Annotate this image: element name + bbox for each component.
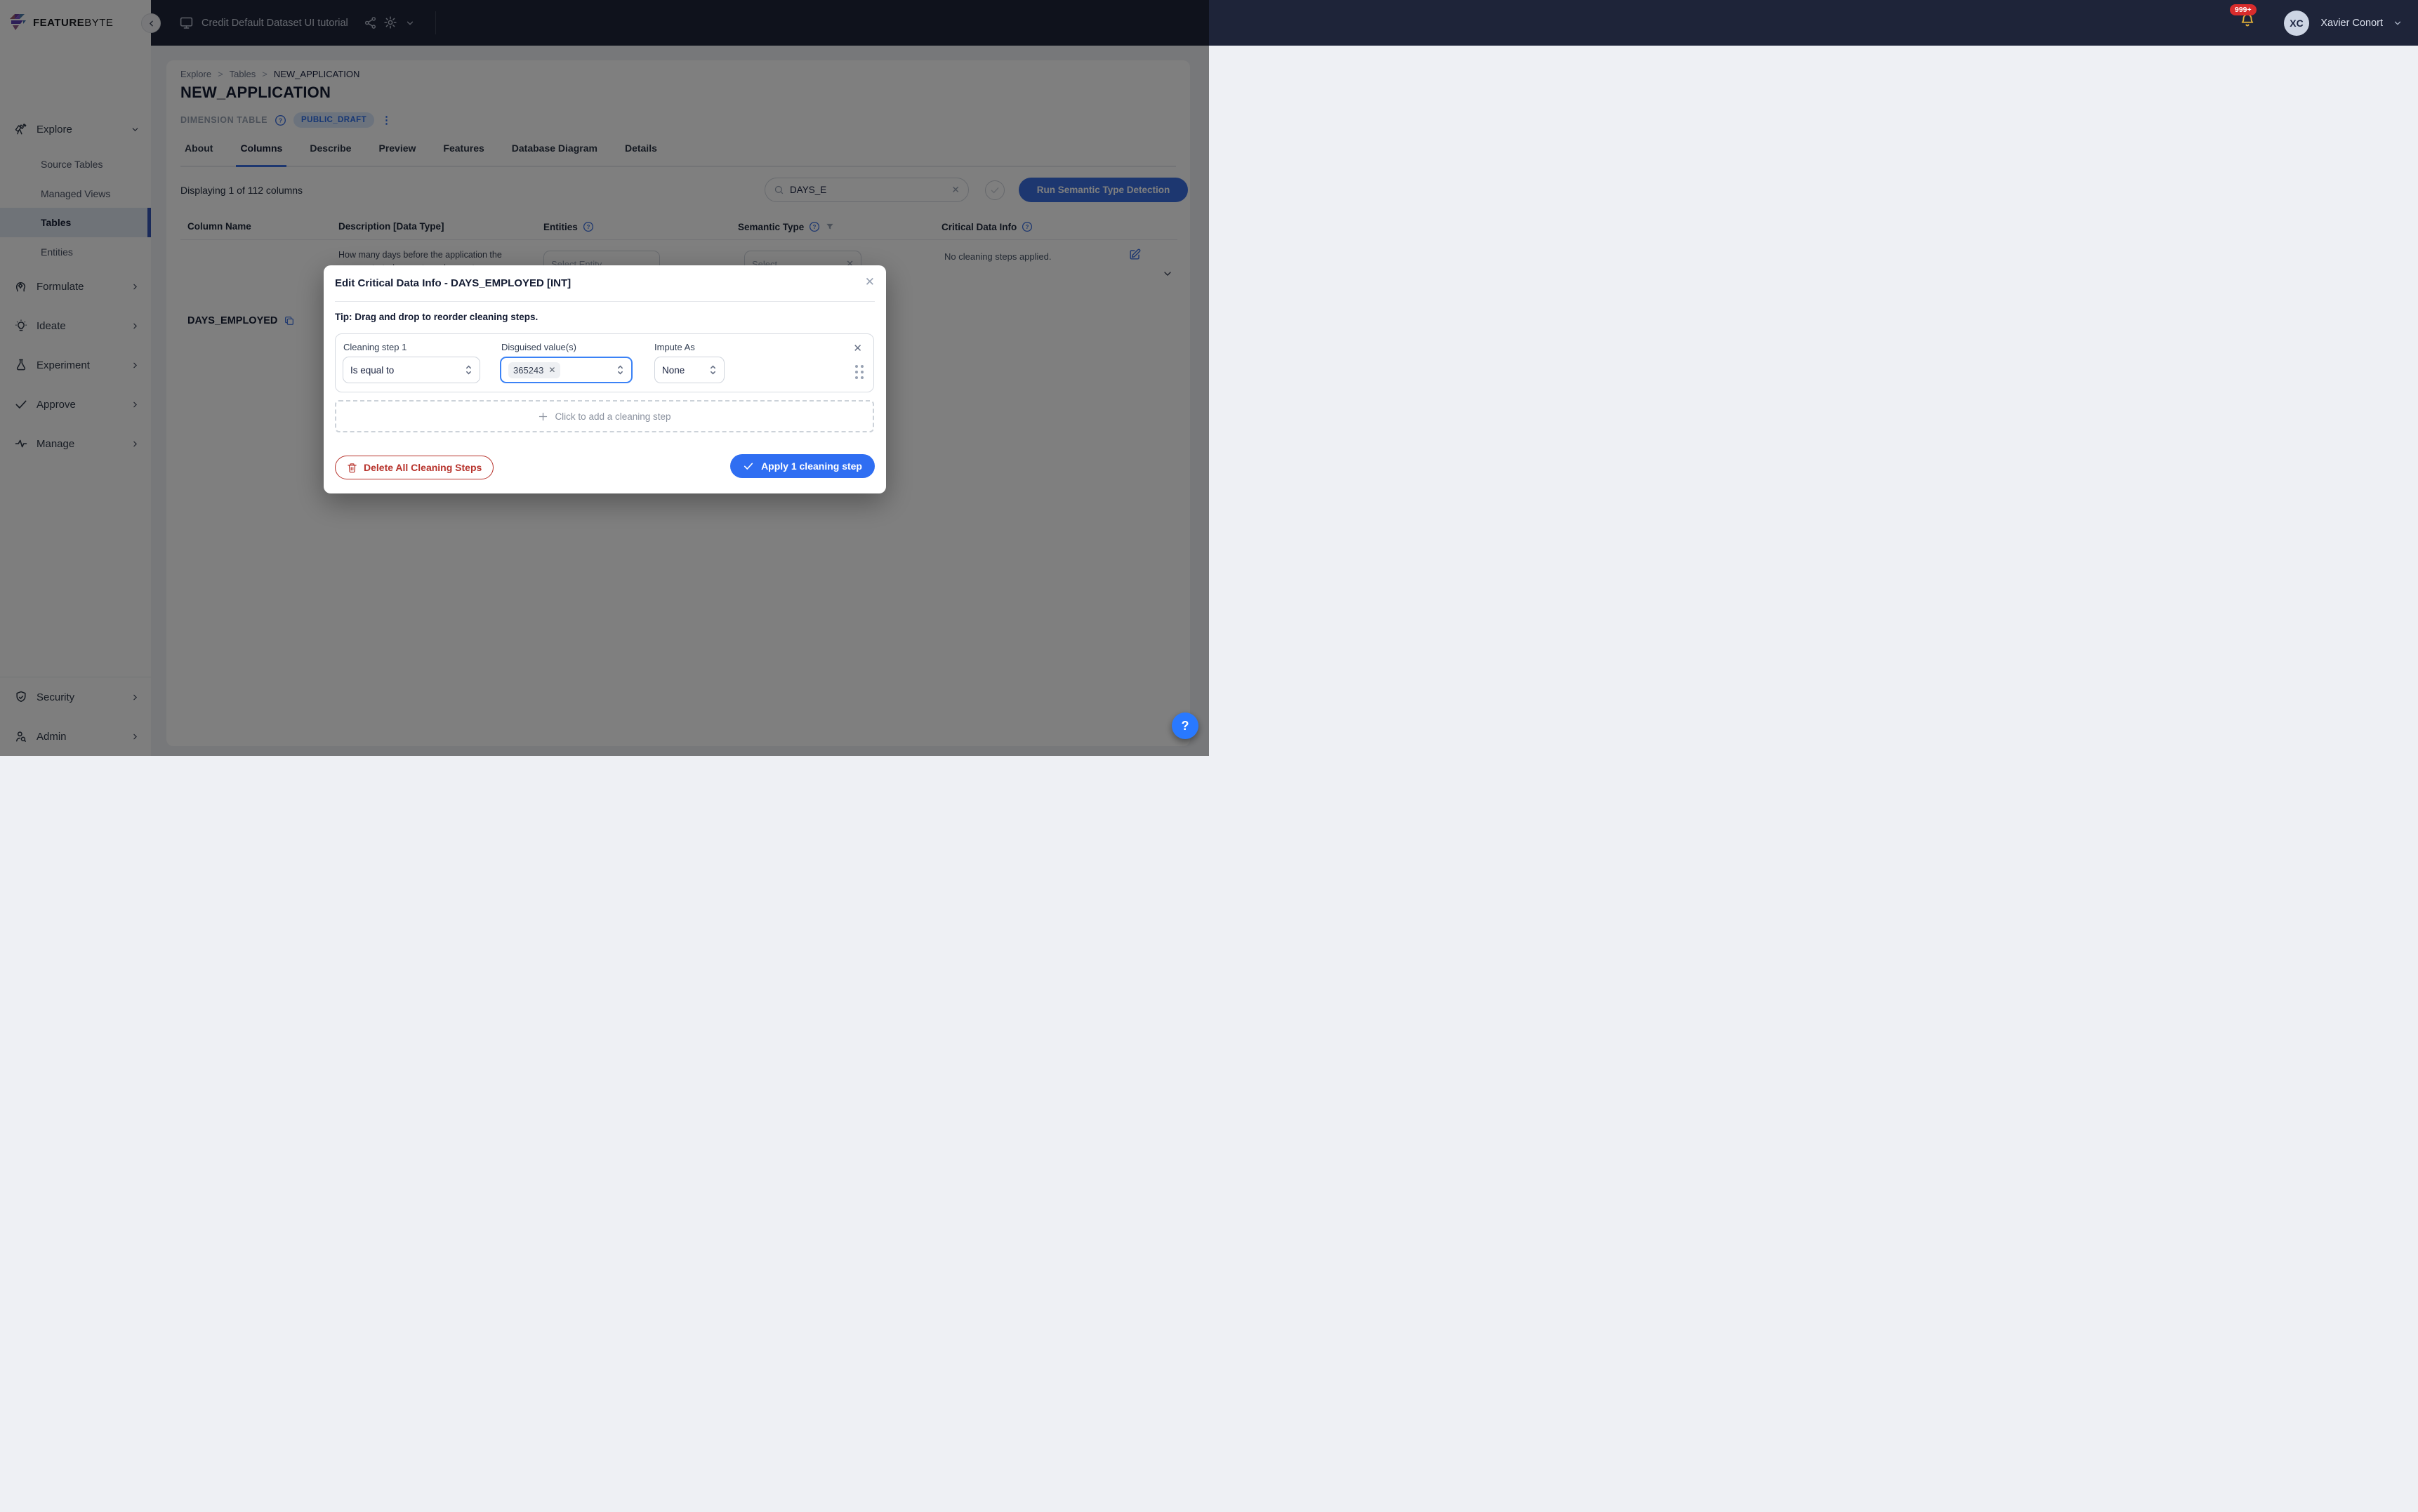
modal-tip-text: Tip: Drag and drop to reorder cleaning s… bbox=[335, 312, 538, 322]
notifications-count-badge: 999+ bbox=[2230, 4, 2257, 15]
impute-as-label: Impute As bbox=[654, 342, 695, 352]
remove-step-icon[interactable]: ✕ bbox=[853, 342, 862, 354]
add-cleaning-step-button[interactable]: Click to add a cleaning step bbox=[335, 400, 874, 432]
check-icon bbox=[743, 460, 754, 472]
drag-handle-icon[interactable] bbox=[855, 365, 864, 379]
remove-chip-icon[interactable]: ✕ bbox=[548, 365, 555, 375]
select-caret-icon bbox=[465, 364, 473, 376]
delete-all-cleaning-steps-button[interactable]: Delete All Cleaning Steps bbox=[335, 456, 494, 479]
user-name: Xavier Conort bbox=[2320, 0, 2383, 46]
cleaning-step-label: Cleaning step 1 bbox=[343, 342, 407, 352]
modal-title: Edit Critical Data Info - DAYS_EMPLOYED … bbox=[335, 277, 571, 289]
operation-select[interactable]: Is equal to bbox=[343, 357, 480, 383]
user-menu-chevron-icon[interactable] bbox=[2393, 18, 2403, 28]
value-chip: 365243 ✕ bbox=[508, 362, 560, 378]
apply-cleaning-step-button[interactable]: Apply 1 cleaning step bbox=[730, 454, 875, 478]
modal-header-divider bbox=[335, 301, 875, 302]
user-avatar[interactable]: XC bbox=[2284, 11, 2309, 36]
trash-icon bbox=[347, 463, 357, 473]
help-button[interactable]: ? bbox=[1172, 712, 1198, 739]
cleaning-step-card: Cleaning step 1 Is equal to Disguised va… bbox=[335, 333, 874, 392]
disguised-values-label: Disguised value(s) bbox=[501, 342, 576, 352]
impute-as-select[interactable]: None bbox=[654, 357, 725, 383]
modal-close-icon[interactable]: ✕ bbox=[865, 275, 875, 289]
select-caret-icon bbox=[709, 364, 717, 376]
disguised-values-input[interactable]: 365243 ✕ bbox=[500, 357, 633, 383]
notifications-bell[interactable]: 999+ bbox=[2240, 13, 2255, 28]
select-caret-icon bbox=[616, 364, 624, 376]
edit-critical-data-info-modal: Edit Critical Data Info - DAYS_EMPLOYED … bbox=[324, 265, 886, 493]
plus-icon bbox=[538, 411, 548, 422]
